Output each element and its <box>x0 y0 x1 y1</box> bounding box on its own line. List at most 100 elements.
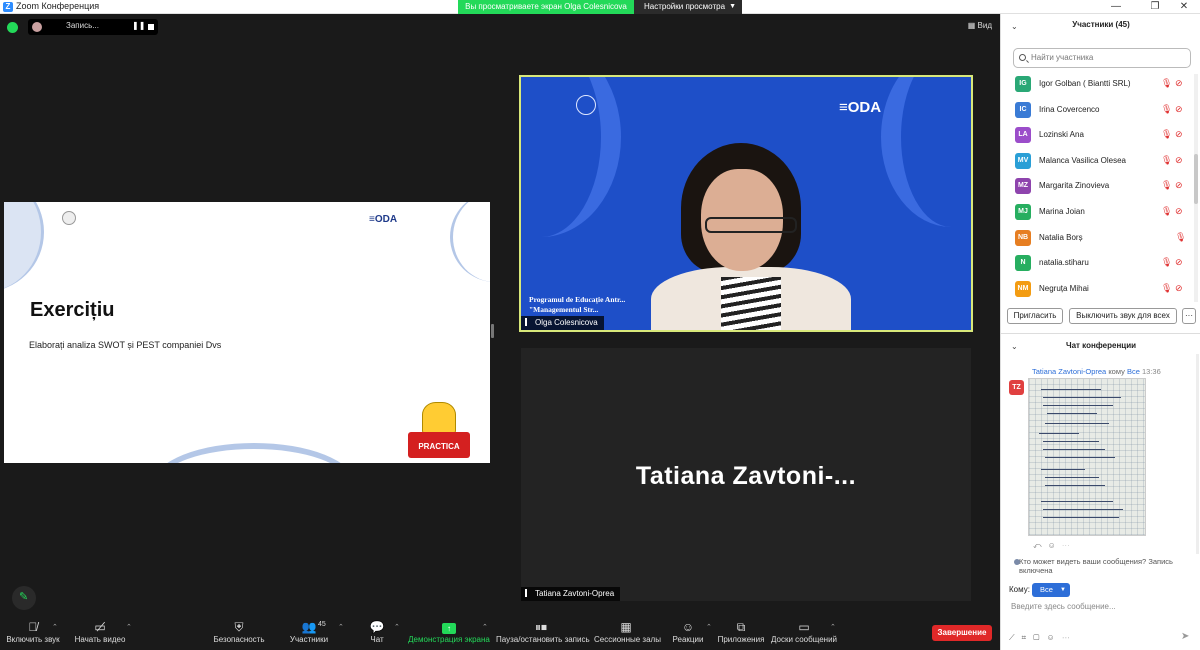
reply-icon[interactable]: ⤺ <box>1033 541 1048 550</box>
chat-sender-name[interactable]: Tatiana Zavtoni-Oprea <box>1032 367 1106 376</box>
participant-name: Margarita Zinovieva <box>1039 181 1110 191</box>
microphone-muted-icon: 🎙 <box>1161 257 1173 268</box>
participant-row[interactable]: MJ Marina Joian 🎙 ⊘ <box>1001 200 1193 226</box>
scrollbar-thumb[interactable] <box>1194 154 1198 204</box>
participant-row[interactable]: N natalia.stiharu 🎙 ⊘ <box>1001 251 1193 277</box>
participant-row[interactable]: LA Lozinski Ana 🎙 ⊘ <box>1001 123 1193 149</box>
ministry-emblem-icon <box>62 211 76 225</box>
video-off-icon: ⊘ <box>1175 129 1183 140</box>
pause-recording-label: Пауза/остановить запись <box>496 635 590 644</box>
video-off-icon: ▭̸ <box>94 620 106 634</box>
emoji-react-icon[interactable]: ☺ <box>1048 541 1062 550</box>
file-icon[interactable]: ▢ <box>1033 633 1046 642</box>
participant-row[interactable]: MV Malanca Vasilica Olesea 🎙 ⊘ <box>1001 149 1193 175</box>
apps-button[interactable]: ⧉ Приложения <box>716 619 766 649</box>
search-placeholder: Найти участника <box>1031 53 1094 62</box>
audio-options-caret[interactable]: ⌃ <box>52 623 58 631</box>
more-options-button[interactable]: ··· <box>1182 308 1196 324</box>
participant-avatar: NB <box>1015 229 1031 246</box>
breakout-rooms-button[interactable]: ▦ Сессионные залы <box>594 619 661 649</box>
video-tile-tatiana[interactable]: Tatiana Zavtoni-... Tatiana Zavtoni-Opre… <box>521 348 971 601</box>
security-label: Безопасность <box>213 635 265 644</box>
participant-row[interactable]: MZ Margarita Zinovieva 🎙 ⊘ <box>1001 174 1193 200</box>
participant-row[interactable]: NB Natalia Borș 🎙 <box>1001 226 1193 252</box>
chat-visibility-notice[interactable]: Кто может видеть ваши сообщения? Запись … <box>1014 557 1195 575</box>
participant-avatar: MV <box>1015 152 1031 169</box>
chat-panel-header: Чат конференции <box>1065 341 1137 350</box>
invite-button[interactable]: Пригласить <box>1007 308 1063 324</box>
chat-image-attachment[interactable] <box>1028 378 1146 536</box>
handwriting-line <box>1043 449 1105 450</box>
chat-to-label: Кому: <box>1009 585 1030 594</box>
minimize-button[interactable]: — <box>1100 0 1132 14</box>
chat-recipient-value: Все <box>1040 585 1053 594</box>
pause-stop-recording-button[interactable]: ⏸⏹ Пауза/остановить запись <box>496 619 590 649</box>
background-decoration <box>881 77 971 227</box>
more-dots-icon[interactable]: ⋯ <box>1062 541 1076 550</box>
microphone-muted-icon: 🎙 <box>1161 78 1173 88</box>
chat-label: Чат <box>370 635 384 644</box>
encryption-shield-icon[interactable] <box>7 22 18 33</box>
participant-row[interactable]: IG Igor Golban ( Biantti SRL) 🎙 ⊘ <box>1001 72 1193 98</box>
security-button[interactable]: ⛨ Безопасность <box>212 619 266 649</box>
view-grid-icon: ▦ <box>967 21 978 30</box>
microphone-muted-icon: 🎙 <box>1161 180 1173 191</box>
ministry-emblem-icon <box>576 95 596 115</box>
chat-bubble-icon: 💬 <box>369 620 385 634</box>
chevron-down-icon: ▼ <box>729 3 736 10</box>
pause-recording-icon[interactable]: ❚❚ <box>132 21 145 30</box>
video-tile-olga[interactable]: ≡ODA Programul de Educație Antr... "Mana… <box>519 75 973 332</box>
mute-all-button[interactable]: Выключить звук для всех <box>1069 308 1177 324</box>
share-screen-button[interactable]: ↑ Демонстрация экрана <box>408 619 490 649</box>
restore-button[interactable]: ❐ <box>1139 0 1171 14</box>
video-off-icon: ⊘ <box>1175 257 1183 268</box>
chat-message-input[interactable]: Введите здесь сообщение... <box>1011 602 1191 611</box>
close-window-button[interactable]: ✕ <box>1168 0 1200 14</box>
participant-avatar: IC <box>1015 101 1031 118</box>
start-video-button[interactable]: ▭̸ Начать видео <box>72 619 128 649</box>
people-icon <box>1014 559 1020 565</box>
whiteboards-options-caret[interactable]: ⌃ <box>830 623 836 631</box>
emoji-icon[interactable]: ☺ <box>1047 633 1062 642</box>
whiteboards-button[interactable]: ▭ Доски сообщений <box>770 619 838 649</box>
stop-recording-icon[interactable] <box>148 24 154 30</box>
reactions-options-caret[interactable]: ⌃ <box>706 623 712 631</box>
microphone-muted-icon: 🎙 <box>1161 154 1173 165</box>
participant-row[interactable]: NM Negruța Mihai 🎙 ⊘ <box>1001 277 1193 298</box>
participant-row[interactable]: IC Irina Covercenco 🎙 ⊘ <box>1001 98 1193 124</box>
handwriting-line <box>1041 501 1113 502</box>
video-options-caret[interactable]: ⌃ <box>126 623 132 631</box>
participant-avatar: MZ <box>1015 178 1031 195</box>
handwriting-line <box>1045 485 1105 486</box>
annotate-button[interactable]: ✎ <box>12 586 36 610</box>
more-dots-icon[interactable]: ⋯ <box>1062 633 1077 642</box>
participant-name: Lozinski Ana <box>1039 130 1084 140</box>
chat-message-meta: Tatiana Zavtoni-Oprea кому Все 13:36 <box>1032 367 1161 376</box>
chat-recipient-select[interactable]: Все ▼ <box>1032 583 1070 597</box>
participants-scrollbar[interactable] <box>1194 74 1198 302</box>
chat-options-caret[interactable]: ⌃ <box>394 623 400 631</box>
participant-search-input[interactable]: Найти участника <box>1013 48 1191 68</box>
participant-name: Tatiana Zavtoni-Oprea <box>535 589 615 598</box>
slide-heading: Exercițiu <box>30 299 115 321</box>
shield-icon: ⛨ <box>234 620 244 634</box>
format-icon[interactable]: ⟋ <box>1009 633 1022 642</box>
split-divider-handle[interactable] <box>491 324 494 338</box>
end-meeting-button[interactable]: Завершение <box>932 625 992 641</box>
chat-button[interactable]: 💬 Чат <box>364 619 390 649</box>
handwriting-line <box>1047 413 1097 414</box>
send-icon[interactable]: ➤ <box>1181 631 1189 642</box>
reactions-button[interactable]: ☺ Реакции <box>670 619 706 649</box>
handwriting-line <box>1043 509 1123 510</box>
screenshot-icon[interactable]: ⌗ <box>1022 633 1034 642</box>
view-button[interactable]: ▦ Вид <box>968 21 992 30</box>
participants-label: Участники <box>289 635 329 644</box>
view-settings-dropdown[interactable]: Настройки просмотра ▼ <box>634 0 742 14</box>
handwriting-line <box>1045 477 1099 478</box>
reaction-smile-icon: ☺ <box>681 620 695 634</box>
chat-scrollbar[interactable] <box>1196 354 1199 554</box>
share-options-caret[interactable]: ⌃ <box>482 623 488 631</box>
participants-options-caret[interactable]: ⌃ <box>338 623 344 631</box>
chat-timestamp: 13:36 <box>1141 367 1161 376</box>
title-bar: Z Zoom Конференция Вы просматриваете экр… <box>0 0 1200 14</box>
